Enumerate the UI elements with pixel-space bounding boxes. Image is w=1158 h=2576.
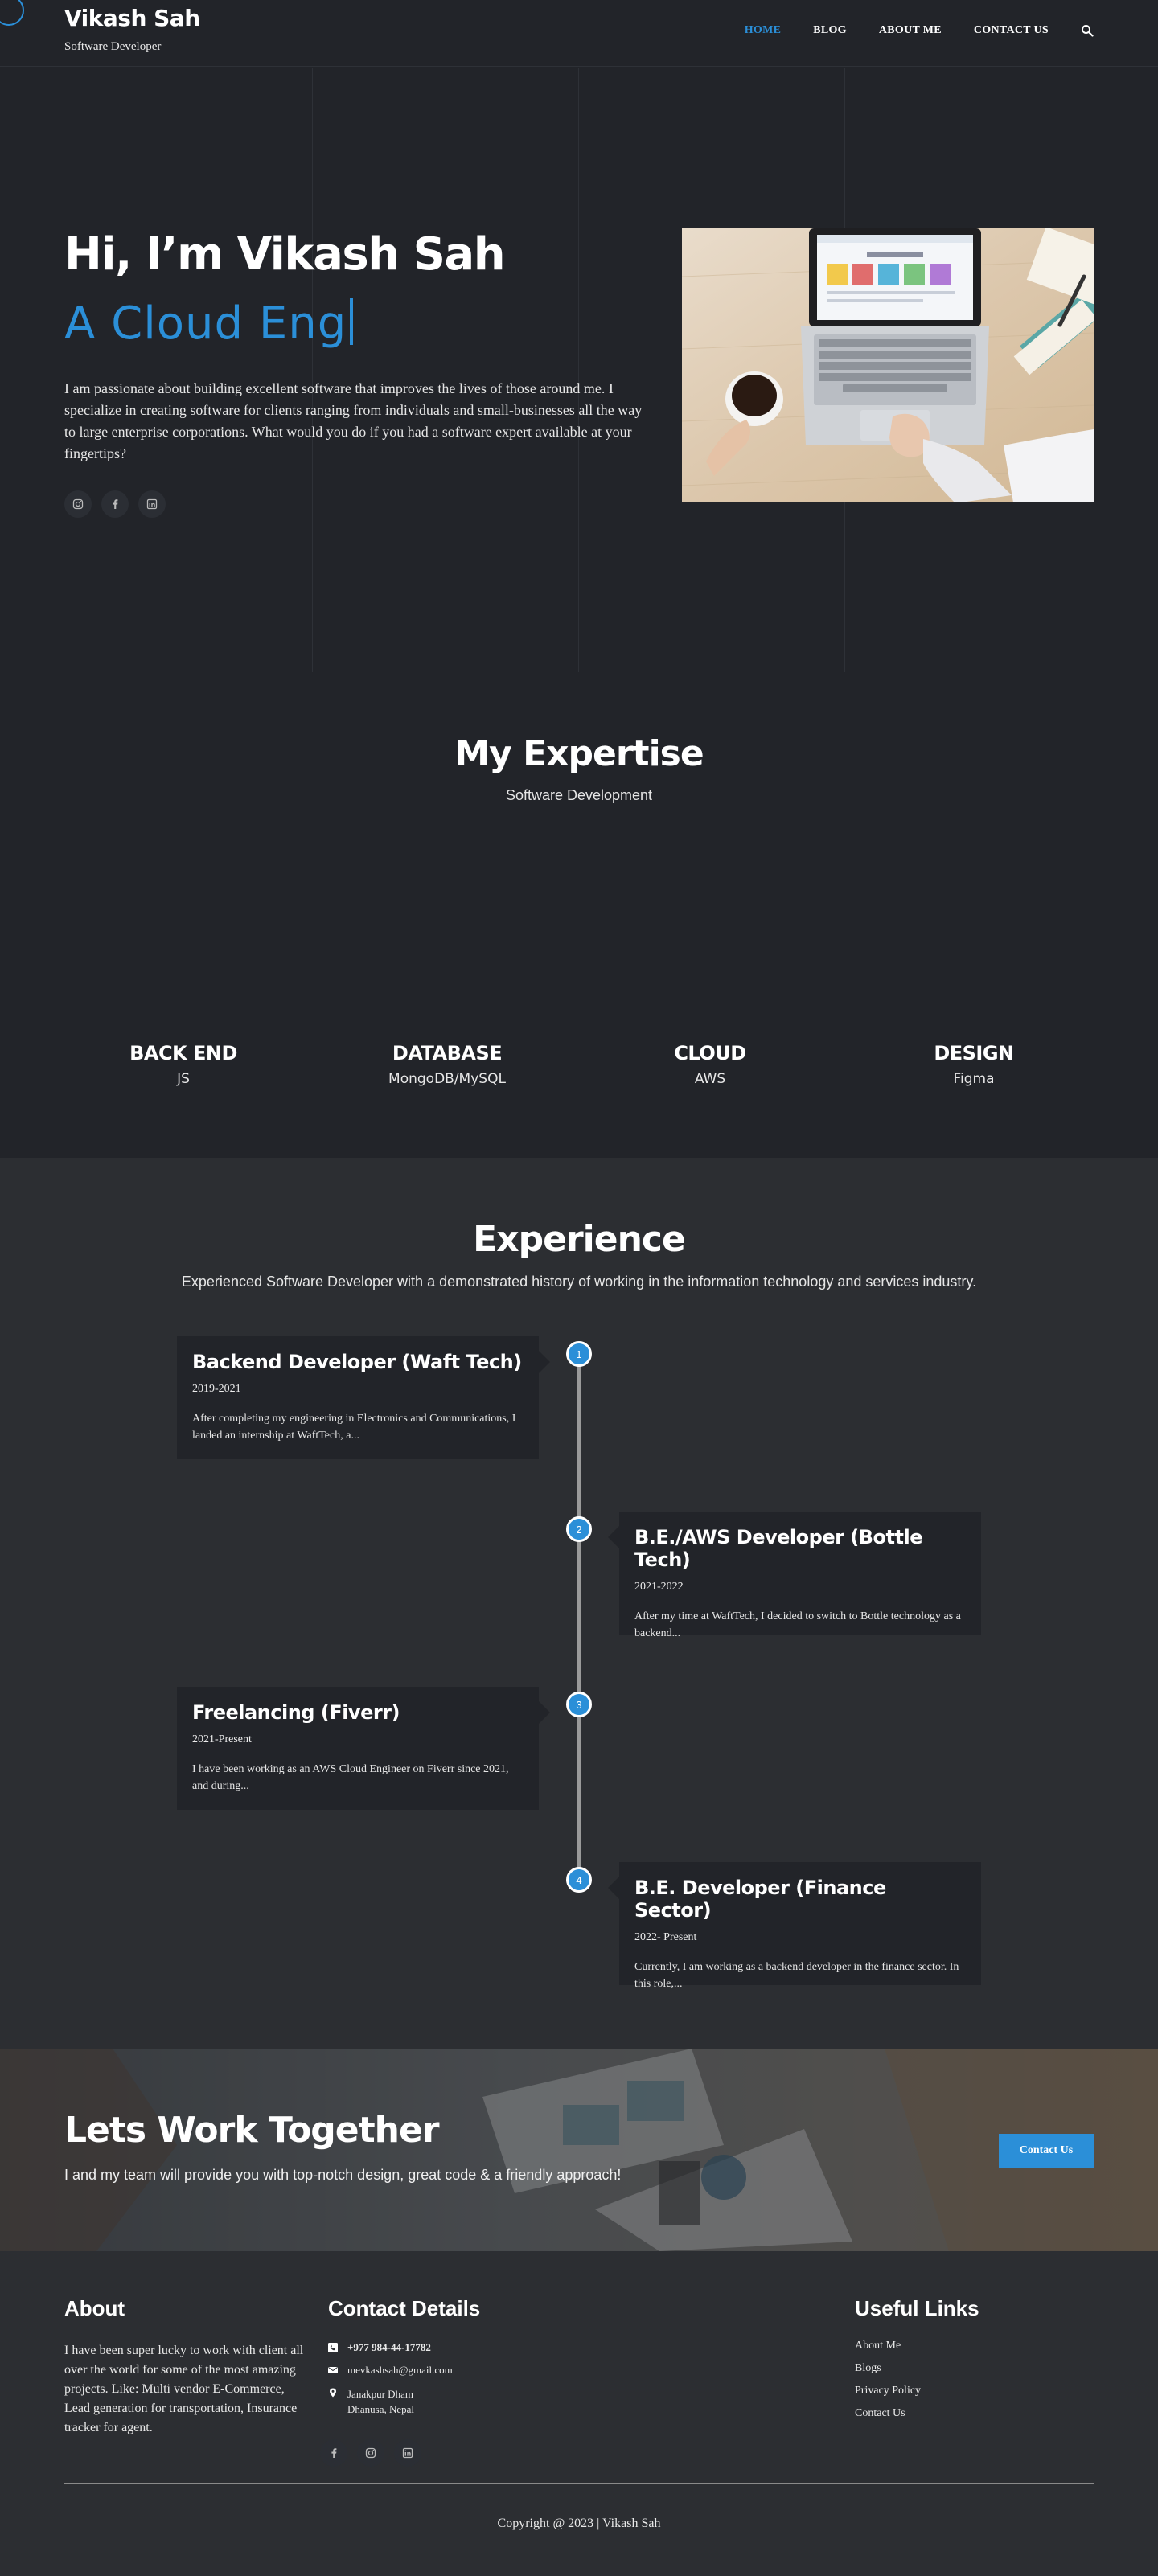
experience-years: 2021-2022	[634, 1581, 684, 1593]
search-icon[interactable]	[1081, 24, 1094, 37]
hero-description: I am passionate about building excellent…	[64, 380, 643, 461]
address-line-1: Janakpur Dham	[347, 2388, 413, 2400]
experience-description: After completing my engineering in Elect…	[192, 1413, 516, 1442]
experience-description: After my time at WaftTech, I decided to …	[634, 1610, 961, 1639]
instagram-icon[interactable]	[64, 490, 92, 518]
nav-home[interactable]: HOME	[745, 24, 782, 37]
contact-address: Janakpur Dham Dhanusa, Nepal	[328, 2386, 414, 2417]
experience-title: Experience	[473, 1219, 686, 1260]
timeline-marker: 1	[566, 1341, 592, 1367]
experience-card[interactable]: Backend Developer (Waft Tech) 2019-2021 …	[177, 1336, 550, 1459]
timeline-line	[577, 1354, 581, 1878]
expertise-item-title: DATABASE	[392, 1042, 503, 1064]
contact-address-text: Janakpur Dham Dhanusa, Nepal	[347, 2386, 414, 2417]
instagram-icon[interactable]	[357, 2439, 384, 2467]
cta-title: Lets Work Together	[64, 2110, 440, 2151]
experience-role: Freelancing (Fiverr)	[192, 1701, 400, 1724]
expertise-item-value: AWS	[694, 1071, 726, 1087]
hero-section: Hi, I’m Vikash Sah A Cloud Eng I am pass…	[0, 68, 1158, 672]
hero-socials	[64, 490, 166, 518]
site-header: Vikash Sah Software Developer HOME BLOG …	[0, 0, 1158, 67]
experience-subtitle: Experienced Software Developer with a de…	[181, 1274, 977, 1290]
cursor-circle	[0, 0, 24, 26]
cta-banner: Lets Work Together I and my team will pr…	[0, 2049, 1158, 2251]
contact-phone[interactable]: +977 984-44-17782	[328, 2341, 431, 2354]
linkedin-icon[interactable]	[138, 490, 166, 518]
experience-card[interactable]: B.E. Developer (Finance Sector) 2022- Pr…	[608, 1862, 981, 1990]
contact-us-button[interactable]: Contact Us	[999, 2134, 1094, 2168]
copyright-text: Copyright @ 2023 | Vikash Sah	[497, 2517, 661, 2530]
facebook-icon[interactable]	[320, 2439, 347, 2467]
expertise-item-title: CLOUD	[674, 1042, 746, 1064]
address-line-2: Dhanusa, Nepal	[347, 2403, 415, 2415]
expertise-item-value: Figma	[953, 1071, 995, 1087]
timeline-marker: 3	[566, 1692, 592, 1717]
footer-link-contact-us[interactable]: Contact Us	[855, 2407, 905, 2420]
experience-card[interactable]: Freelancing (Fiverr) 2021-Present I have…	[177, 1687, 550, 1810]
expertise-item-title: BACK END	[129, 1042, 237, 1064]
nav-contact-us[interactable]: CONTACT US	[974, 24, 1049, 37]
footer-about-title: About	[64, 2296, 125, 2320]
experience-card[interactable]: B.E./AWS Developer (Bottle Tech) 2021-20…	[608, 1512, 981, 1639]
expertise-item-value: MongoDB/MySQL	[388, 1071, 506, 1087]
experience-description: Currently, I am working as a backend dev…	[634, 1961, 959, 1990]
footer-divider	[64, 2483, 1094, 2484]
expertise-title: My Expertise	[454, 733, 704, 774]
expertise-item-value: JS	[177, 1071, 190, 1087]
contact-phone-text: +977 984-44-17782	[347, 2341, 431, 2353]
footer-link-privacy-policy[interactable]: Privacy Policy	[855, 2385, 921, 2398]
site-footer: About I have been super lucky to work wi…	[0, 2251, 1158, 2576]
expertise-subtitle: Software Development	[505, 787, 653, 803]
typed-text: A Cloud Eng	[64, 297, 347, 350]
footer-link-blogs[interactable]: Blogs	[855, 2362, 881, 2375]
experience-role: Backend Developer (Waft Tech)	[192, 1351, 522, 1373]
experience-description: I have been working as an AWS Cloud Engi…	[192, 1763, 509, 1792]
footer-contact-title: Contact Details	[328, 2296, 481, 2320]
experience-years: 2021-Present	[192, 1733, 252, 1745]
experience-years: 2022- Present	[634, 1931, 697, 1943]
expertise-item: BACK END JS	[79, 1042, 288, 1087]
expertise-item: DATABASE MongoDB/MySQL	[343, 1042, 552, 1087]
grid-line	[578, 68, 579, 672]
timeline-marker: 4	[566, 1867, 592, 1893]
footer-link-about-me[interactable]: About Me	[855, 2340, 901, 2352]
footer-socials	[320, 2439, 421, 2467]
linkedin-icon[interactable]	[394, 2439, 421, 2467]
brand-name[interactable]: Vikash Sah	[64, 5, 200, 31]
grid-line	[312, 68, 313, 672]
facebook-icon[interactable]	[101, 490, 129, 518]
phone-icon	[328, 2343, 338, 2352]
nav-blog[interactable]: BLOG	[813, 24, 847, 37]
timeline-marker: 2	[566, 1516, 592, 1542]
envelope-icon	[328, 2367, 338, 2373]
footer-links-title: Useful Links	[855, 2296, 979, 2320]
brand-tagline: Software Developer	[64, 40, 162, 53]
expertise-item: CLOUD AWS	[606, 1042, 815, 1087]
hero-title: Hi, I’m Vikash Sah	[64, 228, 506, 281]
experience-role: B.E. Developer (Finance Sector)	[634, 1877, 886, 1922]
nav-about-me[interactable]: ABOUT ME	[879, 24, 942, 37]
hero-typed-text: A Cloud Eng	[64, 297, 354, 350]
expertise-section: My Expertise Software Development BACK E…	[0, 672, 1158, 1158]
expertise-item-title: DESIGN	[934, 1042, 1014, 1064]
map-pin-icon	[330, 2388, 336, 2398]
footer-about-text: I have been super lucky to work with cli…	[64, 2344, 304, 2434]
cta-subtitle: I and my team will provide you with top-…	[64, 2167, 622, 2183]
contact-email-text: mevkashsah@gmail.com	[347, 2364, 453, 2376]
experience-section: Experience Experienced Software Develope…	[0, 1158, 1158, 2049]
hero-image	[682, 228, 1094, 502]
main-nav: HOME BLOG ABOUT ME CONTACT US	[745, 24, 1094, 37]
contact-email[interactable]: mevkashsah@gmail.com	[328, 2364, 453, 2377]
experience-role: B.E./AWS Developer (Bottle Tech)	[634, 1526, 922, 1571]
expertise-item: DESIGN Figma	[869, 1042, 1078, 1087]
typing-caret	[350, 298, 354, 345]
experience-years: 2019-2021	[192, 1383, 241, 1395]
